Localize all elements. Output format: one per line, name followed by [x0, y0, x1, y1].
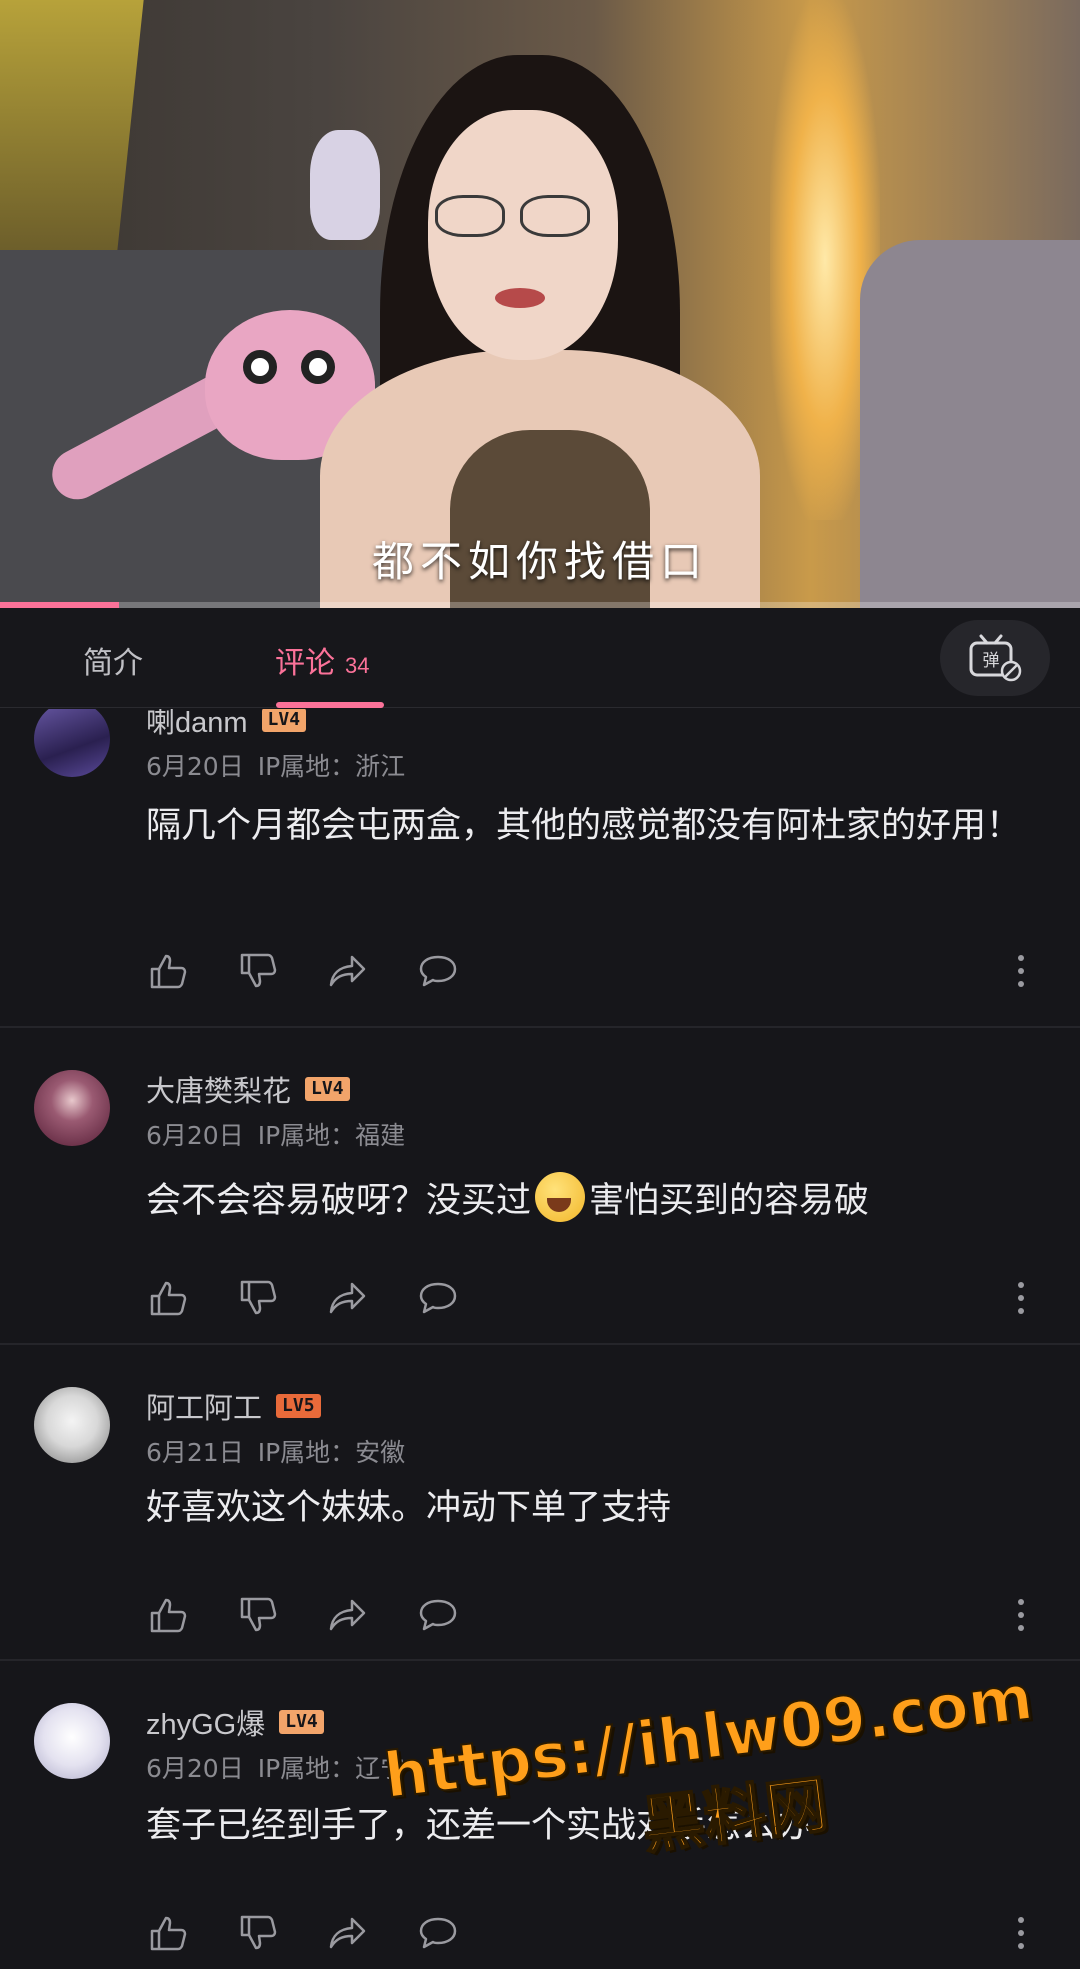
user-avatar[interactable] — [34, 1387, 110, 1463]
user-level-badge: LV5 — [276, 1394, 321, 1418]
thumb-down-icon[interactable] — [236, 1276, 280, 1320]
reply-icon[interactable] — [416, 1911, 460, 1955]
comment-ip-location: IP属地：安徽 — [257, 1438, 406, 1467]
active-tab-indicator — [276, 702, 384, 708]
comment-username-row[interactable]: 阿工阿工 LV5 — [146, 1385, 321, 1427]
comment-date: 6月20日 — [146, 752, 244, 781]
comment-meta: 6月21日 IP属地：安徽 — [146, 1433, 405, 1469]
tab-comments[interactable]: 评论 34 — [275, 638, 369, 682]
video-player[interactable]: 都不如你找借口 — [0, 0, 1080, 608]
svg-text:弹: 弹 — [983, 651, 1000, 671]
comment-text: 好喜欢这个妹妹。冲动下单了支持 — [146, 1488, 672, 1527]
comment-username: 大唐樊梨花 — [146, 1076, 292, 1108]
comment-item: zhyGG爆 LV4 6月20日 IP属地：辽宁 套子已经到手了，还差一个实战对手… — [0, 1661, 1080, 1969]
crying-laughing-emoji-icon — [535, 1172, 586, 1222]
share-icon[interactable] — [326, 1593, 370, 1637]
comment-ip-location: IP属地：浙江 — [257, 752, 406, 781]
thumb-up-icon[interactable] — [146, 1276, 190, 1320]
thumb-down-icon[interactable] — [236, 1593, 280, 1637]
user-level-badge: LV4 — [279, 1710, 324, 1734]
comment-username: 阿工阿工 — [146, 1393, 263, 1425]
user-avatar[interactable] — [34, 709, 110, 777]
comment-username: 喇danm — [146, 709, 248, 739]
plush-eye — [243, 350, 277, 384]
comment-text: 隔几个月都会屯两盒，其他的感觉都没有阿杜家的好用！ — [146, 806, 1022, 845]
more-icon[interactable] — [1016, 1597, 1026, 1633]
share-icon[interactable] — [326, 1911, 370, 1955]
comment-meta: 6月20日 IP属地：福建 — [146, 1116, 405, 1152]
comment-meta: 6月20日 IP属地：浙江 — [146, 747, 405, 783]
comment-ip-location: IP属地：辽宁 — [257, 1754, 406, 1783]
video-scene-lips — [495, 288, 545, 308]
tab-bar: 简介 评论 34 — [0, 608, 1080, 708]
more-icon[interactable] — [1016, 1280, 1026, 1316]
tab-intro-label: 简介 — [83, 647, 143, 680]
tab-comments-count: 34 — [345, 653, 370, 678]
thumb-up-icon[interactable] — [146, 1911, 190, 1955]
comment-text: 套子已经到手了，还差一个实战对手怎么办 — [146, 1806, 812, 1845]
comment-text-part: 害怕买到的容易破 — [589, 1181, 870, 1220]
comment-text: 会不会容易破呀？没买过 害怕买到的容易破 — [146, 1168, 1046, 1234]
comment-date: 6月20日 — [146, 1754, 244, 1783]
comment-username-row[interactable]: 大唐樊梨花 LV4 — [146, 1068, 350, 1110]
comment-ip-location: IP属地：福建 — [257, 1121, 406, 1150]
comment-list[interactable]: 喇danm LV4 6月20日 IP属地：浙江 隔几个月都会屯两盒，其他的感觉都没… — [0, 709, 1080, 1969]
comment-actions — [146, 949, 1046, 993]
danmaku-toggle-button[interactable]: 弹 — [940, 620, 1050, 696]
user-avatar[interactable] — [34, 1703, 110, 1779]
comment-username-row[interactable]: 喇danm LV4 — [146, 709, 307, 741]
comment-item: 喇danm LV4 6月20日 IP属地：浙江 隔几个月都会屯两盒，其他的感觉都没… — [0, 709, 1080, 1028]
thumb-up-icon[interactable] — [146, 949, 190, 993]
danmaku-off-icon: 弹 — [969, 634, 1022, 682]
video-scene-glasses — [520, 195, 590, 237]
comment-date: 6月20日 — [146, 1121, 244, 1150]
comment-username: zhyGG爆 — [146, 1709, 266, 1741]
tab-intro[interactable]: 简介 — [83, 638, 143, 682]
video-scene-bunny — [310, 130, 380, 240]
user-avatar[interactable] — [34, 1070, 110, 1146]
reply-icon[interactable] — [416, 949, 460, 993]
more-icon[interactable] — [1016, 1915, 1026, 1951]
thumb-up-icon[interactable] — [146, 1593, 190, 1637]
comment-text-part: 会不会容易破呀？没买过 — [146, 1181, 532, 1220]
share-icon[interactable] — [326, 1276, 370, 1320]
reply-icon[interactable] — [416, 1593, 460, 1637]
comment-actions — [146, 1911, 1046, 1955]
plush-eye — [301, 350, 335, 384]
reply-icon[interactable] — [416, 1276, 460, 1320]
comment-meta: 6月20日 IP属地：辽宁 — [146, 1749, 405, 1785]
thumb-down-icon[interactable] — [236, 1911, 280, 1955]
comment-item: 阿工阿工 LV5 6月21日 IP属地：安徽 好喜欢这个妹妹。冲动下单了支持 — [0, 1345, 1080, 1661]
video-scene-glasses — [435, 195, 505, 237]
comment-actions — [146, 1276, 1046, 1320]
user-level-badge: LV4 — [261, 709, 307, 732]
comment-date: 6月21日 — [146, 1438, 244, 1467]
tab-comments-label: 评论 — [275, 647, 335, 680]
comment-actions — [146, 1593, 1046, 1637]
share-icon[interactable] — [326, 949, 370, 993]
video-subtitle: 都不如你找借口 — [371, 537, 708, 586]
video-scene-wall — [0, 0, 144, 260]
more-icon[interactable] — [1016, 953, 1026, 989]
thumb-down-icon[interactable] — [236, 949, 280, 993]
user-level-badge: LV4 — [305, 1077, 350, 1101]
comment-username-row[interactable]: zhyGG爆 LV4 — [146, 1701, 324, 1743]
comment-item: 大唐樊梨花 LV4 6月20日 IP属地：福建 会不会容易破呀？没买过 害怕买到的容… — [0, 1028, 1080, 1345]
